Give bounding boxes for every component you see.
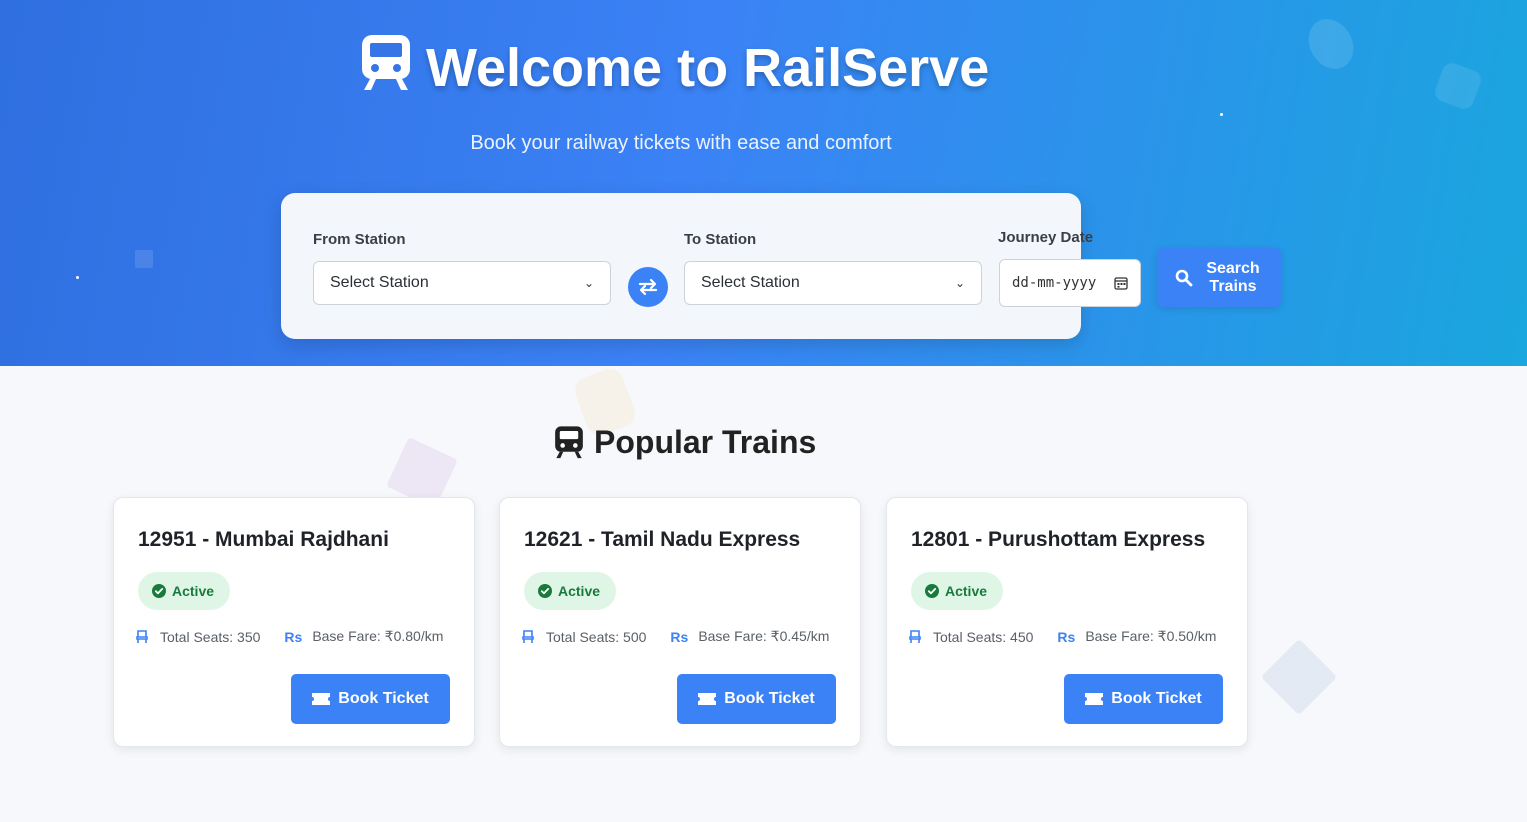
book-ticket-label: Book Ticket xyxy=(338,690,429,707)
hero-banner: Welcome to RailServe Book your railway t… xyxy=(0,0,1527,366)
search-form: From Station Select Station ⌄ To Station… xyxy=(281,193,1081,339)
rupee-icon: Rs xyxy=(1057,628,1076,645)
book-ticket-button[interactable]: Book Ticket xyxy=(291,674,450,724)
ticket-icon xyxy=(312,693,331,705)
status-badge: Active xyxy=(138,572,231,610)
status-badge: Active xyxy=(911,572,1004,610)
decor-shape xyxy=(1432,60,1484,112)
hero-title-text: Welcome to RailServe xyxy=(426,38,990,98)
journey-date-placeholder: dd-mm-yyyy xyxy=(1012,275,1097,291)
seat-icon xyxy=(136,629,148,643)
base-fare: Base Fare: ₹0.80/km xyxy=(312,628,444,644)
status-text: Active xyxy=(945,583,988,599)
train-card: 12801 - Purushottam Express Active Total… xyxy=(886,497,1248,747)
seat-icon xyxy=(909,629,921,643)
train-title: 12951 - Mumbai Rajdhani xyxy=(138,528,389,551)
hero-subtitle: Book your railway tickets with ease and … xyxy=(470,132,892,154)
swap-icon xyxy=(638,278,658,296)
journey-date-label: Journey Date xyxy=(998,229,1094,246)
rupee-icon: Rs xyxy=(284,628,303,645)
decor-shape xyxy=(135,250,153,268)
swap-stations-button[interactable] xyxy=(628,267,668,307)
rupee-icon: Rs xyxy=(670,628,689,645)
check-circle-icon xyxy=(925,584,939,598)
journey-date-input[interactable]: dd-mm-yyyy xyxy=(999,259,1141,307)
chevron-down-icon: ⌄ xyxy=(583,276,594,290)
ticket-icon xyxy=(1085,693,1104,705)
book-ticket-button[interactable]: Book Ticket xyxy=(677,674,836,724)
base-fare: Base Fare: ₹0.50/km xyxy=(1085,628,1217,644)
decor-dot xyxy=(76,276,79,279)
decor-shape xyxy=(1260,638,1338,716)
ticket-icon xyxy=(698,693,717,705)
search-trains-button[interactable]: Search Trains xyxy=(1157,248,1281,307)
to-station-label: To Station xyxy=(684,231,757,248)
popular-trains-heading: Popular Trains xyxy=(554,420,816,464)
book-ticket-label: Book Ticket xyxy=(724,690,815,707)
from-station-select[interactable]: Select Station ⌄ xyxy=(313,261,611,305)
search-icon xyxy=(1175,269,1193,286)
decor-shape xyxy=(1299,10,1363,78)
popular-trains-title: Popular Trains xyxy=(594,423,817,460)
train-icon xyxy=(360,33,412,104)
search-trains-label: Search Trains xyxy=(1206,259,1260,295)
chevron-down-icon: ⌄ xyxy=(954,276,965,290)
total-seats: Total Seats: 450 xyxy=(933,628,1034,645)
to-station-value: Select Station xyxy=(701,274,800,291)
hero-title: Welcome to RailServe xyxy=(360,34,990,100)
decor-dot xyxy=(1220,113,1223,116)
status-badge: Active xyxy=(524,572,617,610)
train-title: 12621 - Tamil Nadu Express xyxy=(524,528,801,551)
book-ticket-button[interactable]: Book Ticket xyxy=(1064,674,1223,724)
train-meta: Total Seats: 350 Rs Base Fare: ₹0.80/km xyxy=(136,628,443,645)
train-title: 12801 - Purushottam Express xyxy=(911,528,1206,551)
train-icon xyxy=(555,426,583,459)
from-station-label: From Station xyxy=(313,231,406,248)
calendar-icon[interactable] xyxy=(1114,276,1128,290)
book-ticket-label: Book Ticket xyxy=(1111,690,1202,707)
train-card: 12951 - Mumbai Rajdhani Active Total Sea… xyxy=(113,497,475,747)
train-meta: Total Seats: 500 Rs Base Fare: ₹0.45/km xyxy=(522,628,829,645)
check-circle-icon xyxy=(538,584,552,598)
seat-icon xyxy=(522,629,534,643)
train-meta: Total Seats: 450 Rs Base Fare: ₹0.50/km xyxy=(909,628,1216,645)
total-seats: Total Seats: 350 xyxy=(160,628,261,645)
status-text: Active xyxy=(172,583,215,599)
train-card: 12621 - Tamil Nadu Express Active Total … xyxy=(499,497,861,747)
from-station-value: Select Station xyxy=(330,274,429,291)
check-circle-icon xyxy=(152,584,166,598)
to-station-select[interactable]: Select Station ⌄ xyxy=(684,261,982,305)
base-fare: Base Fare: ₹0.45/km xyxy=(698,628,830,644)
status-text: Active xyxy=(558,583,601,599)
total-seats: Total Seats: 500 xyxy=(546,628,647,645)
